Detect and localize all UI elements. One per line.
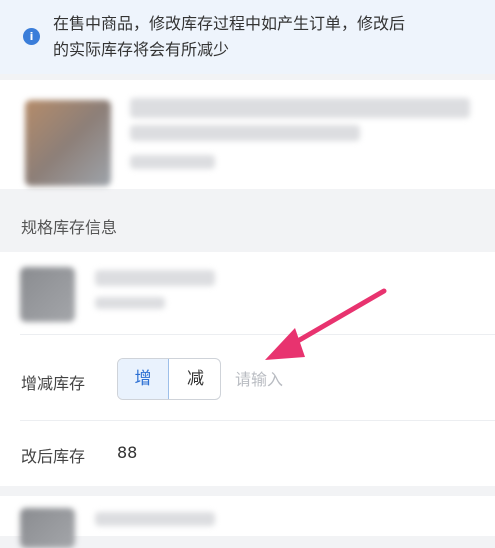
annotation-arrow-icon	[265, 288, 387, 360]
